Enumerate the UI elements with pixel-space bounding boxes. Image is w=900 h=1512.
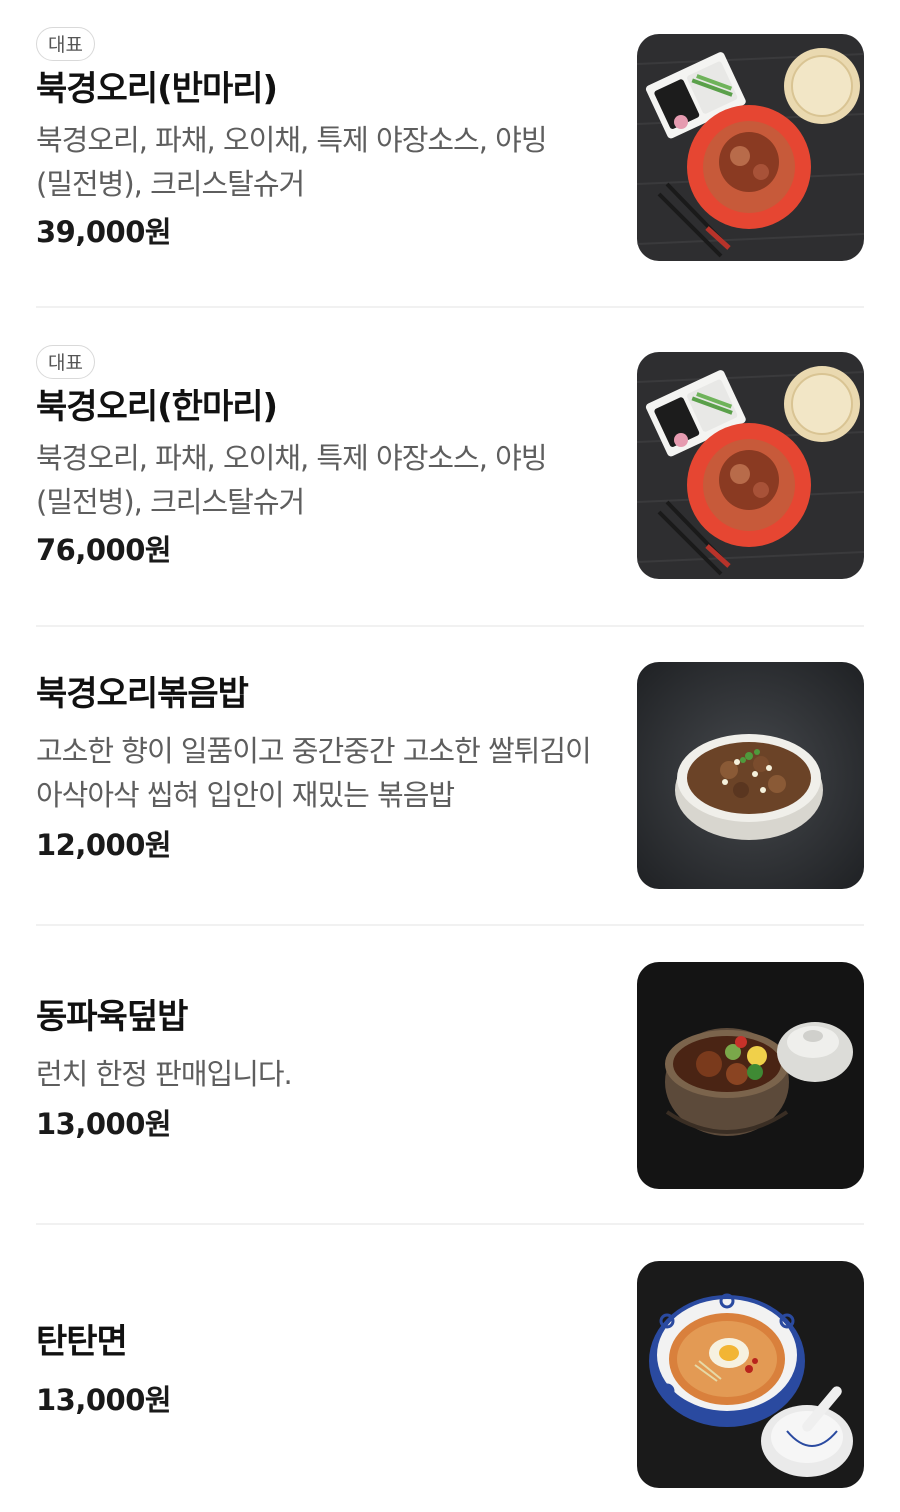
menu-item-peking-duck-half[interactable]: 대표 북경오리(반마리) 북경오리, 파채, 오이채, 특제 야장소스, 야빙(… [36, 27, 864, 267]
menu-item-dandan-noodles[interactable]: 탄탄면 13,000원 [36, 1261, 864, 1488]
menu-item-description: 북경오리, 파채, 오이채, 특제 야장소스, 야빙(밀전병), 크리스탈슈거 [36, 441, 548, 519]
menu-item-name: 북경오리볶음밥 [36, 674, 249, 714]
menu-item-text: 대표 북경오리(한마리) 북경오리, 파채, 오이채, 특제 야장소스, 야빙(… [36, 345, 616, 570]
menu-item-text: 탄탄면 13,000원 [36, 1320, 616, 1420]
peking-duck-plate-photo[interactable] [637, 34, 864, 261]
menu-item-price: 13,000원 [36, 1107, 172, 1141]
divider [36, 306, 864, 308]
menu-item-text: 대표 북경오리(반마리) 북경오리, 파채, 오이채, 특제 야장소스, 야빙(… [36, 27, 616, 252]
menu-item-text: 동파육덮밥 런치 한정 판매입니다. 13,000원 [36, 995, 616, 1144]
menu-item-name: 북경오리(한마리) [36, 387, 278, 427]
dongpo-pork-rice-bowl-photo[interactable] [637, 962, 864, 1189]
dandan-noodle-bowl-photo[interactable] [637, 1261, 864, 1488]
menu-item-name: 탄탄면 [36, 1322, 128, 1362]
divider [36, 1223, 864, 1225]
divider [36, 625, 864, 627]
menu-item-peking-duck-whole[interactable]: 대표 북경오리(한마리) 북경오리, 파채, 오이채, 특제 야장소스, 야빙(… [36, 345, 864, 585]
menu-item-description: 런치 한정 판매입니다. [36, 1057, 293, 1091]
signature-badge: 대표 [36, 345, 95, 379]
menu-item-description: 고소한 향이 일품이고 중간중간 고소한 쌀튀김이 아삭아삭 씹혀 입안이 재밌… [36, 734, 592, 812]
signature-badge: 대표 [36, 27, 95, 61]
menu-item-name: 북경오리(반마리) [36, 69, 278, 109]
menu-item-price: 76,000원 [36, 533, 172, 567]
menu-item-price: 12,000원 [36, 828, 172, 862]
menu-item-description: 북경오리, 파채, 오이채, 특제 야장소스, 야빙(밀전병), 크리스탈슈거 [36, 123, 548, 201]
menu-item-price: 13,000원 [36, 1383, 172, 1417]
menu-item-name: 동파육덮밥 [36, 997, 188, 1037]
menu-item-price: 39,000원 [36, 215, 172, 249]
peking-duck-plate-photo[interactable] [637, 352, 864, 579]
menu-item-duck-fried-rice[interactable]: 북경오리볶음밥 고소한 향이 일품이고 중간중간 고소한 쌀튀김이 아삭아삭 씹… [36, 662, 864, 902]
menu-item-dongpo-rice[interactable]: 동파육덮밥 런치 한정 판매입니다. 13,000원 [36, 962, 864, 1189]
menu-item-text: 북경오리볶음밥 고소한 향이 일품이고 중간중간 고소한 쌀튀김이 아삭아삭 씹… [36, 672, 616, 865]
fried-rice-bowl-photo[interactable] [637, 662, 864, 889]
divider [36, 924, 864, 926]
